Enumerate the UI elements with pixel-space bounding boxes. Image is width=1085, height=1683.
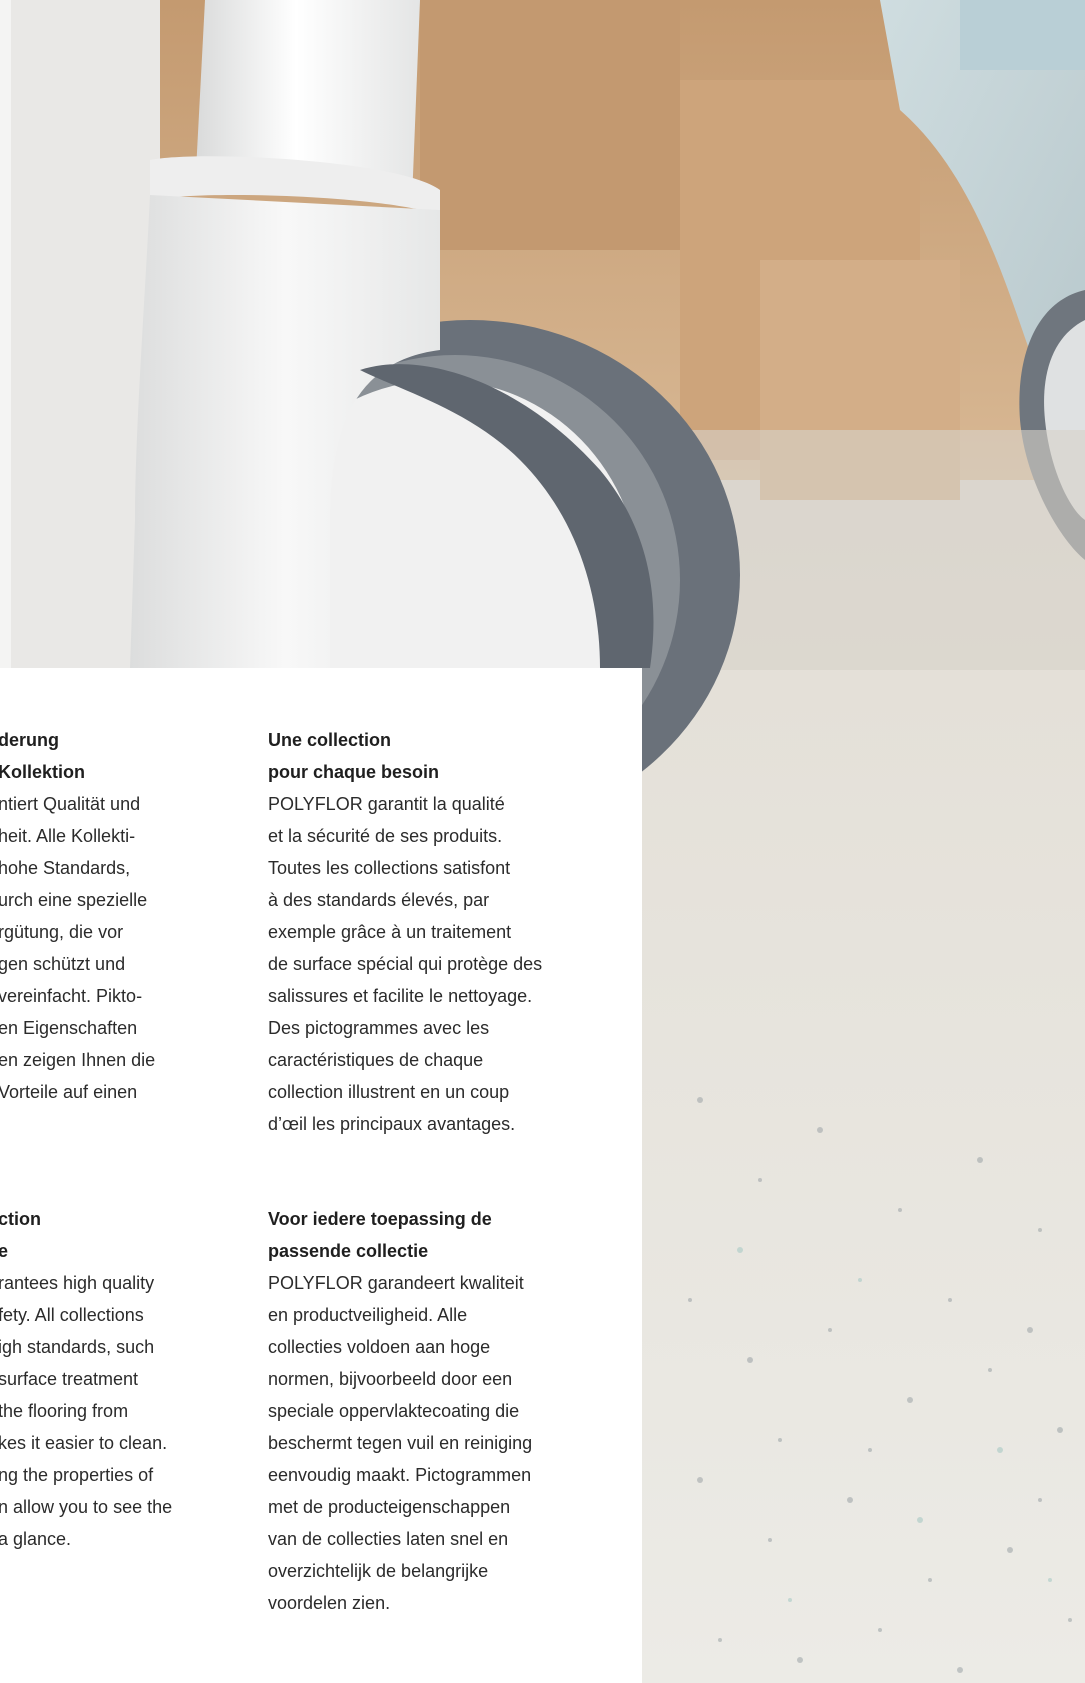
- body-dutch: POLYFLOR garandeert kwaliteit en product…: [268, 1273, 533, 1613]
- body-french: POLYFLOR garantit la qualité et la sécur…: [268, 794, 543, 1134]
- heading-french: Une collection pour chaque besoin: [268, 730, 440, 782]
- left-margin-strip: [0, 0, 11, 668]
- section-french: Une collection pour chaque besoin POLYFL…: [268, 724, 588, 1140]
- heading-dutch: Voor iedere toepassing de passende colle…: [268, 1209, 492, 1261]
- section-dutch: Voor iedere toepassing de passende colle…: [268, 1203, 588, 1619]
